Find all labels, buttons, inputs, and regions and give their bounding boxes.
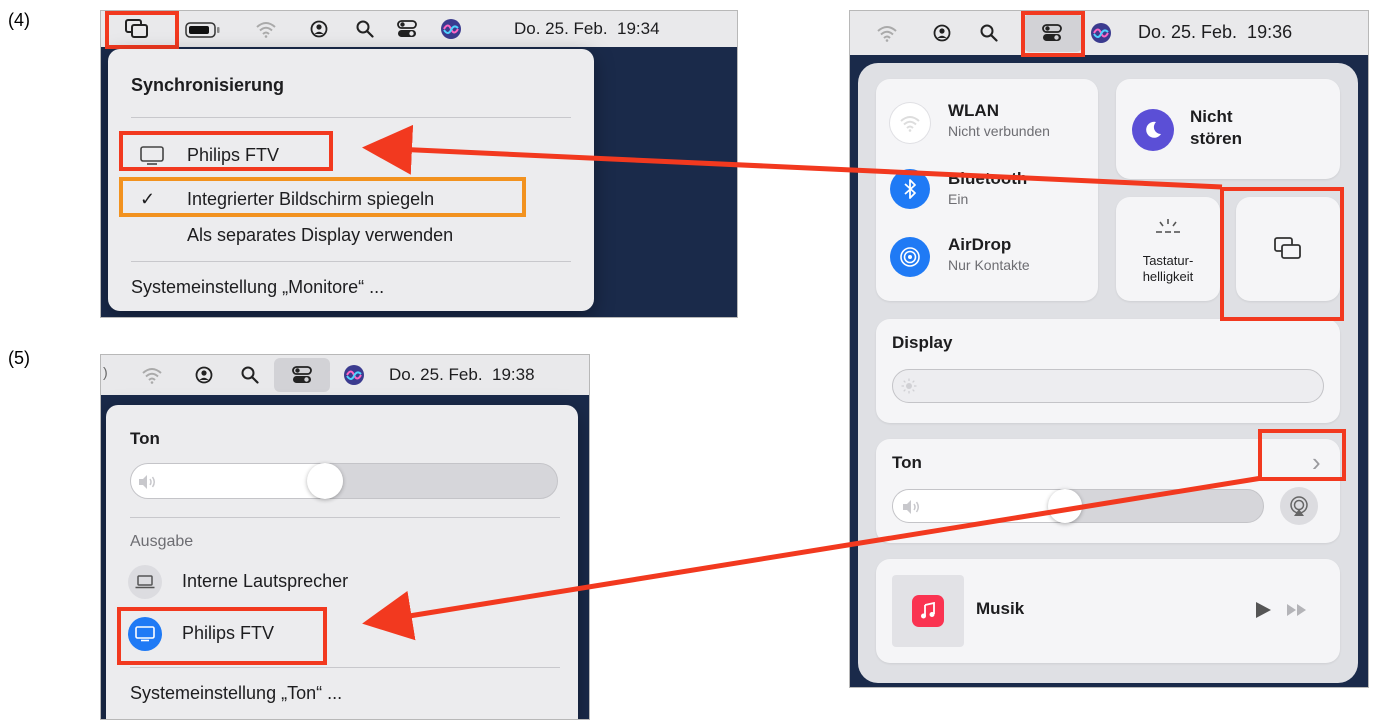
airdrop-icon[interactable] <box>890 237 930 277</box>
laptop-icon <box>128 565 162 599</box>
volume-slider-knob[interactable] <box>307 463 343 499</box>
display-title: Display <box>892 333 953 352</box>
highlight-screen-mirroring-tile <box>1220 187 1344 321</box>
menu-bar: Do. 25. Feb. 19:34 <box>101 11 737 47</box>
menu-bar: ) Do. 25. Feb. 19:38 <box>101 355 589 395</box>
music-title: Musik <box>976 599 1025 618</box>
keyboard-brightness-tile[interactable]: Tastatur- helligkeit <box>1116 197 1220 301</box>
user-icon[interactable] <box>310 20 328 38</box>
menu-item-sound-settings[interactable]: Systemeinstellung „Ton“ ... <box>130 683 342 704</box>
user-icon[interactable] <box>933 24 951 42</box>
menu-separator <box>130 667 560 668</box>
sun-icon <box>901 378 917 399</box>
moon-icon <box>1132 109 1174 151</box>
volume-slider[interactable] <box>130 463 558 499</box>
menu-separator <box>131 117 571 118</box>
music-tile: Musik <box>876 559 1340 663</box>
menu-bar-clock[interactable]: Do. 25. Feb. 19:34 <box>514 19 660 39</box>
bluetooth-title: Bluetooth <box>948 169 1028 188</box>
speaker-icon <box>137 474 157 495</box>
wifi-icon[interactable] <box>876 24 898 42</box>
dnd-label-line1: Nicht <box>1190 107 1233 126</box>
sound-title: Ton <box>892 453 922 472</box>
music-app-icon <box>912 595 944 627</box>
sound-volume-slider[interactable] <box>892 489 1264 523</box>
keyboard-brightness-line2: helligkeit <box>1142 269 1194 284</box>
menu-item-monitor-settings[interactable]: Systemeinstellung „Monitore“ ... <box>131 277 384 298</box>
step-label-4: (4) <box>8 10 30 30</box>
wifi-icon[interactable] <box>141 366 163 384</box>
bluetooth-icon[interactable] <box>890 169 930 209</box>
control-center-icon[interactable] <box>292 365 312 385</box>
menu-bar: Do. 25. Feb. 19:36 <box>850 11 1368 55</box>
sound-menu: Ton Ausgabe Interne Lautsprecher Philips… <box>106 405 578 719</box>
menu-item-separate-display[interactable]: Als separates Display verwenden <box>187 225 453 246</box>
keyboard-brightness-icon <box>1154 217 1182 242</box>
display-tile: Display <box>876 319 1340 423</box>
dnd-label-line2: stören <box>1190 129 1242 148</box>
fast-forward-icon[interactable] <box>1286 603 1308 622</box>
wifi-icon[interactable] <box>255 20 277 38</box>
airplay-audio-icon[interactable] <box>1280 487 1318 525</box>
output-internal-speakers[interactable]: Interne Lautsprecher <box>182 571 348 592</box>
wlan-title: WLAN <box>948 101 999 120</box>
step-label-5: (5) <box>8 348 30 368</box>
spotlight-search-icon[interactable] <box>356 20 374 38</box>
do-not-disturb-tile[interactable]: Nicht stören <box>1116 79 1340 179</box>
wlan-status: Nicht verbunden <box>948 123 1050 139</box>
highlight-sound-chevron <box>1258 429 1346 481</box>
speaker-icon <box>901 499 921 520</box>
highlight-philips-ftv <box>119 131 333 171</box>
keyboard-brightness-line1: Tastatur- <box>1142 253 1194 268</box>
sound-title: Ton <box>130 429 160 448</box>
display-brightness-slider[interactable] <box>892 369 1324 403</box>
menu-bar-clock[interactable]: Do. 25. Feb. 19:38 <box>389 365 535 385</box>
connectivity-tile: WLAN Nicht verbunden Bluetooth Ein AirDr… <box>876 79 1098 301</box>
battery-edge-icon: ) <box>103 364 108 380</box>
sound-volume-knob[interactable] <box>1048 489 1082 523</box>
menu-title-sync: Synchronisierung <box>131 75 285 95</box>
menu-bar-clock[interactable]: Do. 25. Feb. 19:36 <box>1138 22 1292 43</box>
highlight-philips-ftv-output <box>117 607 327 665</box>
siri-icon[interactable] <box>343 364 365 386</box>
output-section-title: Ausgabe <box>130 533 194 550</box>
spotlight-search-icon[interactable] <box>980 24 998 42</box>
siri-icon[interactable] <box>1090 22 1112 44</box>
airdrop-status: Nur Kontakte <box>948 257 1030 273</box>
siri-icon[interactable] <box>440 18 462 40</box>
airdrop-title: AirDrop <box>948 235 1012 254</box>
highlight-mirroring-icon <box>105 11 179 49</box>
battery-icon[interactable] <box>185 22 221 38</box>
highlight-control-center-icon <box>1021 11 1085 57</box>
screenshot-control-center: Do. 25. Feb. 19:36 WLAN Nicht verbunden … <box>849 10 1369 688</box>
user-icon[interactable] <box>195 366 213 384</box>
screenshot-display-menu: Do. 25. Feb. 19:34 Synchronisierung Phil… <box>100 10 738 318</box>
screenshot-sound-menu: ) Do. 25. Feb. 19:38 Ton Ausgabe Interne… <box>100 354 590 720</box>
menu-separator <box>130 517 560 518</box>
spotlight-search-icon[interactable] <box>241 366 259 384</box>
play-icon[interactable] <box>1254 601 1272 624</box>
control-center-panel: WLAN Nicht verbunden Bluetooth Ein AirDr… <box>858 63 1358 683</box>
bluetooth-status: Ein <box>948 191 969 207</box>
control-center-icon[interactable] <box>397 19 417 39</box>
highlight-mirror-option <box>119 177 526 217</box>
menu-separator <box>131 261 571 262</box>
wifi-toggle-icon[interactable] <box>890 103 930 143</box>
